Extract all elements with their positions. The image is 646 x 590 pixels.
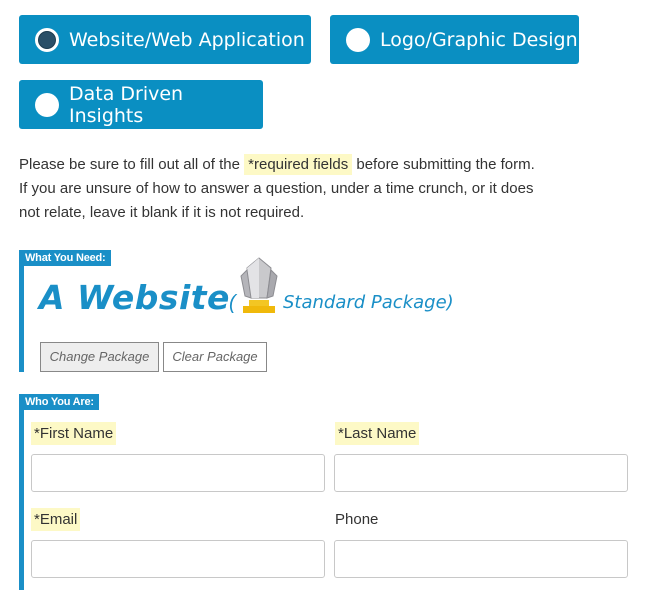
package-type-title: A Website: [39, 278, 230, 317]
form-instructions: Please be sure to fill out all of the *r…: [19, 153, 619, 225]
clear-package-button[interactable]: Clear Package: [163, 342, 267, 372]
instructions-line-2: If you are unsure of how to answer a que…: [19, 180, 534, 197]
option-logo-label: Logo/Graphic Design: [380, 28, 578, 51]
who-you-are-tag: Who You Are:: [19, 394, 99, 410]
crystal-award-icon: [240, 257, 278, 313]
first-name-label: *First Name: [31, 422, 117, 445]
radio-unselected-icon[interactable]: [35, 92, 59, 117]
last-name-input[interactable]: [334, 454, 628, 492]
option-logo-button[interactable]: Logo/Graphic Design: [330, 15, 579, 64]
radio-unselected-icon[interactable]: [346, 27, 370, 52]
instructions-text: Please be sure to fill out all of the: [19, 156, 245, 173]
option-website-button[interactable]: Website/Web Application: [19, 15, 311, 64]
required-fields-note: *required fields: [244, 154, 353, 175]
option-data-label: Data Driven Insights: [69, 82, 184, 127]
radio-selected-icon[interactable]: [35, 27, 59, 52]
instructions-line-3: not relate, leave it blank if it is not …: [19, 204, 305, 221]
package-paren: (: [229, 292, 236, 314]
first-name-input[interactable]: [31, 454, 325, 492]
option-data-button[interactable]: Data Driven Insights: [19, 80, 263, 129]
change-package-button[interactable]: Change Package: [40, 342, 159, 372]
section-accent-bar: [19, 250, 24, 372]
section-accent-bar: [19, 394, 24, 590]
phone-label: Phone: [335, 511, 379, 528]
email-input[interactable]: [31, 540, 325, 578]
option-website-label: Website/Web Application: [69, 28, 305, 51]
phone-input[interactable]: [334, 540, 628, 578]
email-label: *Email: [31, 508, 81, 531]
last-name-label: *Last Name: [335, 422, 420, 445]
instructions-text: before submitting the form.: [352, 156, 535, 173]
package-name: Standard Package): [283, 292, 454, 313]
what-you-need-tag: What You Need:: [19, 250, 111, 266]
